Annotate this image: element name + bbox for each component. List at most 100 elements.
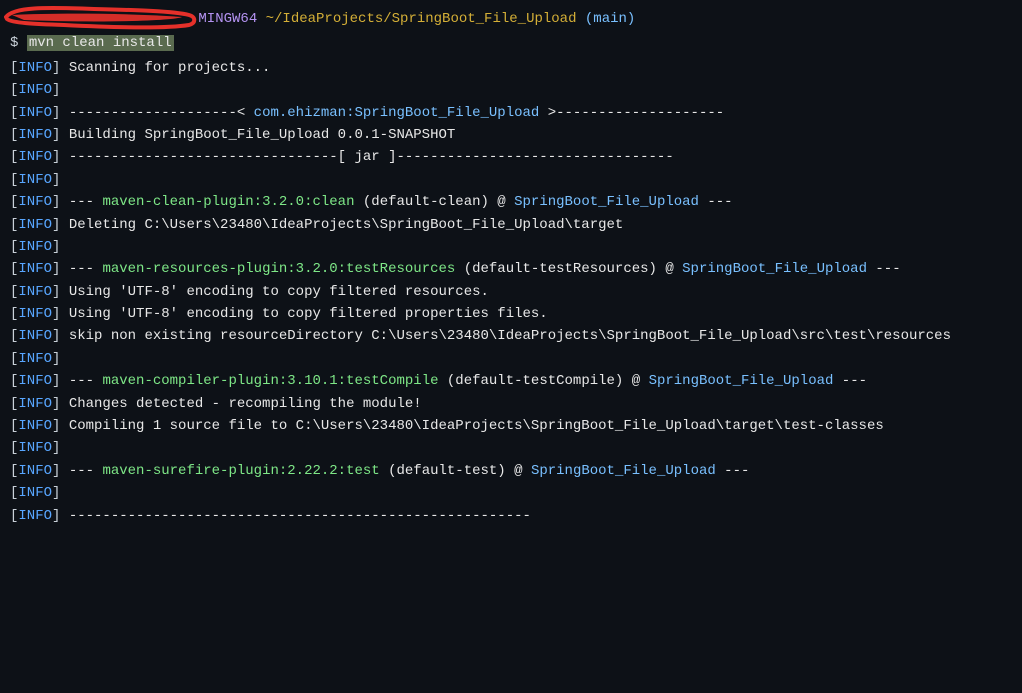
log-level-info: INFO	[18, 328, 52, 344]
terminal-output[interactable]: MINGW64 ~/IdeaProjects/SpringBoot_File_U…	[10, 8, 1012, 527]
log-text: (default-clean)	[354, 194, 488, 210]
log-line: [INFO]	[10, 482, 1012, 504]
bracket-close: ]	[52, 82, 69, 98]
log-line: [INFO]	[10, 169, 1012, 191]
log-output: [INFO] Scanning for projects...[INFO] [I…	[10, 57, 1012, 527]
log-text: skip non existing resourceDirectory C:\U…	[69, 328, 951, 344]
log-line: [INFO] Compiling 1 source file to C:\Use…	[10, 415, 1012, 437]
bracket-close: ]	[52, 306, 69, 322]
bracket-close: ]	[52, 105, 69, 121]
log-level-info: INFO	[18, 463, 52, 479]
log-level-info: INFO	[18, 485, 52, 501]
bracket-close: ]	[52, 463, 69, 479]
log-level-info: INFO	[18, 418, 52, 434]
log-text: SpringBoot_File_Upload	[682, 261, 867, 277]
bracket-close: ]	[52, 418, 69, 434]
log-line: [INFO] Deleting C:\Users\23480\IdeaProje…	[10, 214, 1012, 236]
bracket-close: ]	[52, 284, 69, 300]
log-line: [INFO] --- maven-resources-plugin:3.2.0:…	[10, 258, 1012, 280]
log-text: ---	[833, 373, 867, 389]
log-text: Building SpringBoot_File_Upload 0.0.1-SN…	[69, 127, 455, 143]
log-level-info: INFO	[18, 396, 52, 412]
log-text: --------------------<	[69, 105, 254, 121]
log-text: @	[506, 463, 531, 479]
log-text: >--------------------	[539, 105, 724, 121]
log-text: Compiling 1 source file to C:\Users\2348…	[69, 418, 884, 434]
log-text: @	[489, 194, 514, 210]
log-text: ---	[69, 463, 103, 479]
log-text: --------------------------------[ jar ]-…	[69, 149, 674, 165]
log-text: SpringBoot_File_Upload	[649, 373, 834, 389]
bracket-close: ]	[52, 328, 69, 344]
log-line: [INFO]	[10, 348, 1012, 370]
bracket-close: ]	[52, 373, 69, 389]
bracket-close: ]	[52, 194, 69, 210]
command-line: $ mvn clean install	[10, 32, 1012, 54]
log-line: [INFO] Using 'UTF-8' encoding to copy fi…	[10, 281, 1012, 303]
current-path: ~/IdeaProjects/SpringBoot_File_Upload	[266, 11, 577, 27]
log-level-info: INFO	[18, 440, 52, 456]
log-text: Using 'UTF-8' encoding to copy filtered …	[69, 306, 548, 322]
log-line: [INFO] Changes detected - recompiling th…	[10, 393, 1012, 415]
bracket-close: ]	[52, 396, 69, 412]
log-text: ---	[69, 261, 103, 277]
bracket-close: ]	[52, 149, 69, 165]
log-text: SpringBoot_File_Upload	[514, 194, 699, 210]
log-line: [INFO] ---------------------------------…	[10, 505, 1012, 527]
log-text: (default-testResources)	[455, 261, 657, 277]
log-text: ----------------------------------------…	[69, 508, 531, 524]
log-line: [INFO] Scanning for projects...	[10, 57, 1012, 79]
redacted-username	[10, 9, 190, 27]
bracket-close: ]	[52, 127, 69, 143]
log-text: Deleting C:\Users\23480\IdeaProjects\Spr…	[69, 217, 624, 233]
prompt-line: MINGW64 ~/IdeaProjects/SpringBoot_File_U…	[10, 8, 1012, 30]
log-level-info: INFO	[18, 217, 52, 233]
log-line: [INFO]	[10, 236, 1012, 258]
bracket-close: ]	[52, 261, 69, 277]
log-text: ---	[716, 463, 750, 479]
bracket-close: ]	[52, 440, 69, 456]
log-text: Using 'UTF-8' encoding to copy filtered …	[69, 284, 489, 300]
bracket-close: ]	[52, 217, 69, 233]
log-line: [INFO] --- maven-clean-plugin:3.2.0:clea…	[10, 191, 1012, 213]
log-text: ---	[69, 373, 103, 389]
log-level-info: INFO	[18, 105, 52, 121]
log-text: SpringBoot_File_Upload	[531, 463, 716, 479]
log-text: maven-clean-plugin:3.2.0:clean	[102, 194, 354, 210]
log-level-info: INFO	[18, 194, 52, 210]
log-text: com.ehizman:SpringBoot_File_Upload	[254, 105, 540, 121]
log-line: [INFO]	[10, 79, 1012, 101]
log-level-info: INFO	[18, 172, 52, 188]
log-line: [INFO] --- maven-surefire-plugin:2.22.2:…	[10, 460, 1012, 482]
bracket-close: ]	[52, 239, 69, 255]
bracket-close: ]	[52, 351, 69, 367]
log-text: (default-testCompile)	[439, 373, 624, 389]
bracket-close: ]	[52, 508, 69, 524]
log-line: [INFO] --------------------------------[…	[10, 146, 1012, 168]
log-level-info: INFO	[18, 508, 52, 524]
log-line: [INFO] Building SpringBoot_File_Upload 0…	[10, 124, 1012, 146]
log-level-info: INFO	[18, 239, 52, 255]
log-text: @	[623, 373, 648, 389]
git-branch: (main)	[585, 11, 635, 27]
command-text: mvn clean install	[27, 35, 174, 51]
prompt-symbol: $	[10, 35, 18, 51]
log-text: Scanning for projects...	[69, 60, 271, 76]
log-level-info: INFO	[18, 373, 52, 389]
log-level-info: INFO	[18, 60, 52, 76]
bracket-close: ]	[52, 60, 69, 76]
bracket-close: ]	[52, 485, 69, 501]
log-level-info: INFO	[18, 306, 52, 322]
log-text: @	[657, 261, 682, 277]
log-text: (default-test)	[380, 463, 506, 479]
log-text: maven-compiler-plugin:3.10.1:testCompile	[102, 373, 438, 389]
log-level-info: INFO	[18, 284, 52, 300]
log-text: Changes detected - recompiling the modul…	[69, 396, 422, 412]
log-text: maven-surefire-plugin:2.22.2:test	[102, 463, 379, 479]
log-line: [INFO] skip non existing resourceDirecto…	[10, 325, 1012, 347]
log-level-info: INFO	[18, 127, 52, 143]
log-text: ---	[867, 261, 901, 277]
log-line: [INFO] Using 'UTF-8' encoding to copy fi…	[10, 303, 1012, 325]
log-level-info: INFO	[18, 351, 52, 367]
log-line: [INFO]	[10, 437, 1012, 459]
